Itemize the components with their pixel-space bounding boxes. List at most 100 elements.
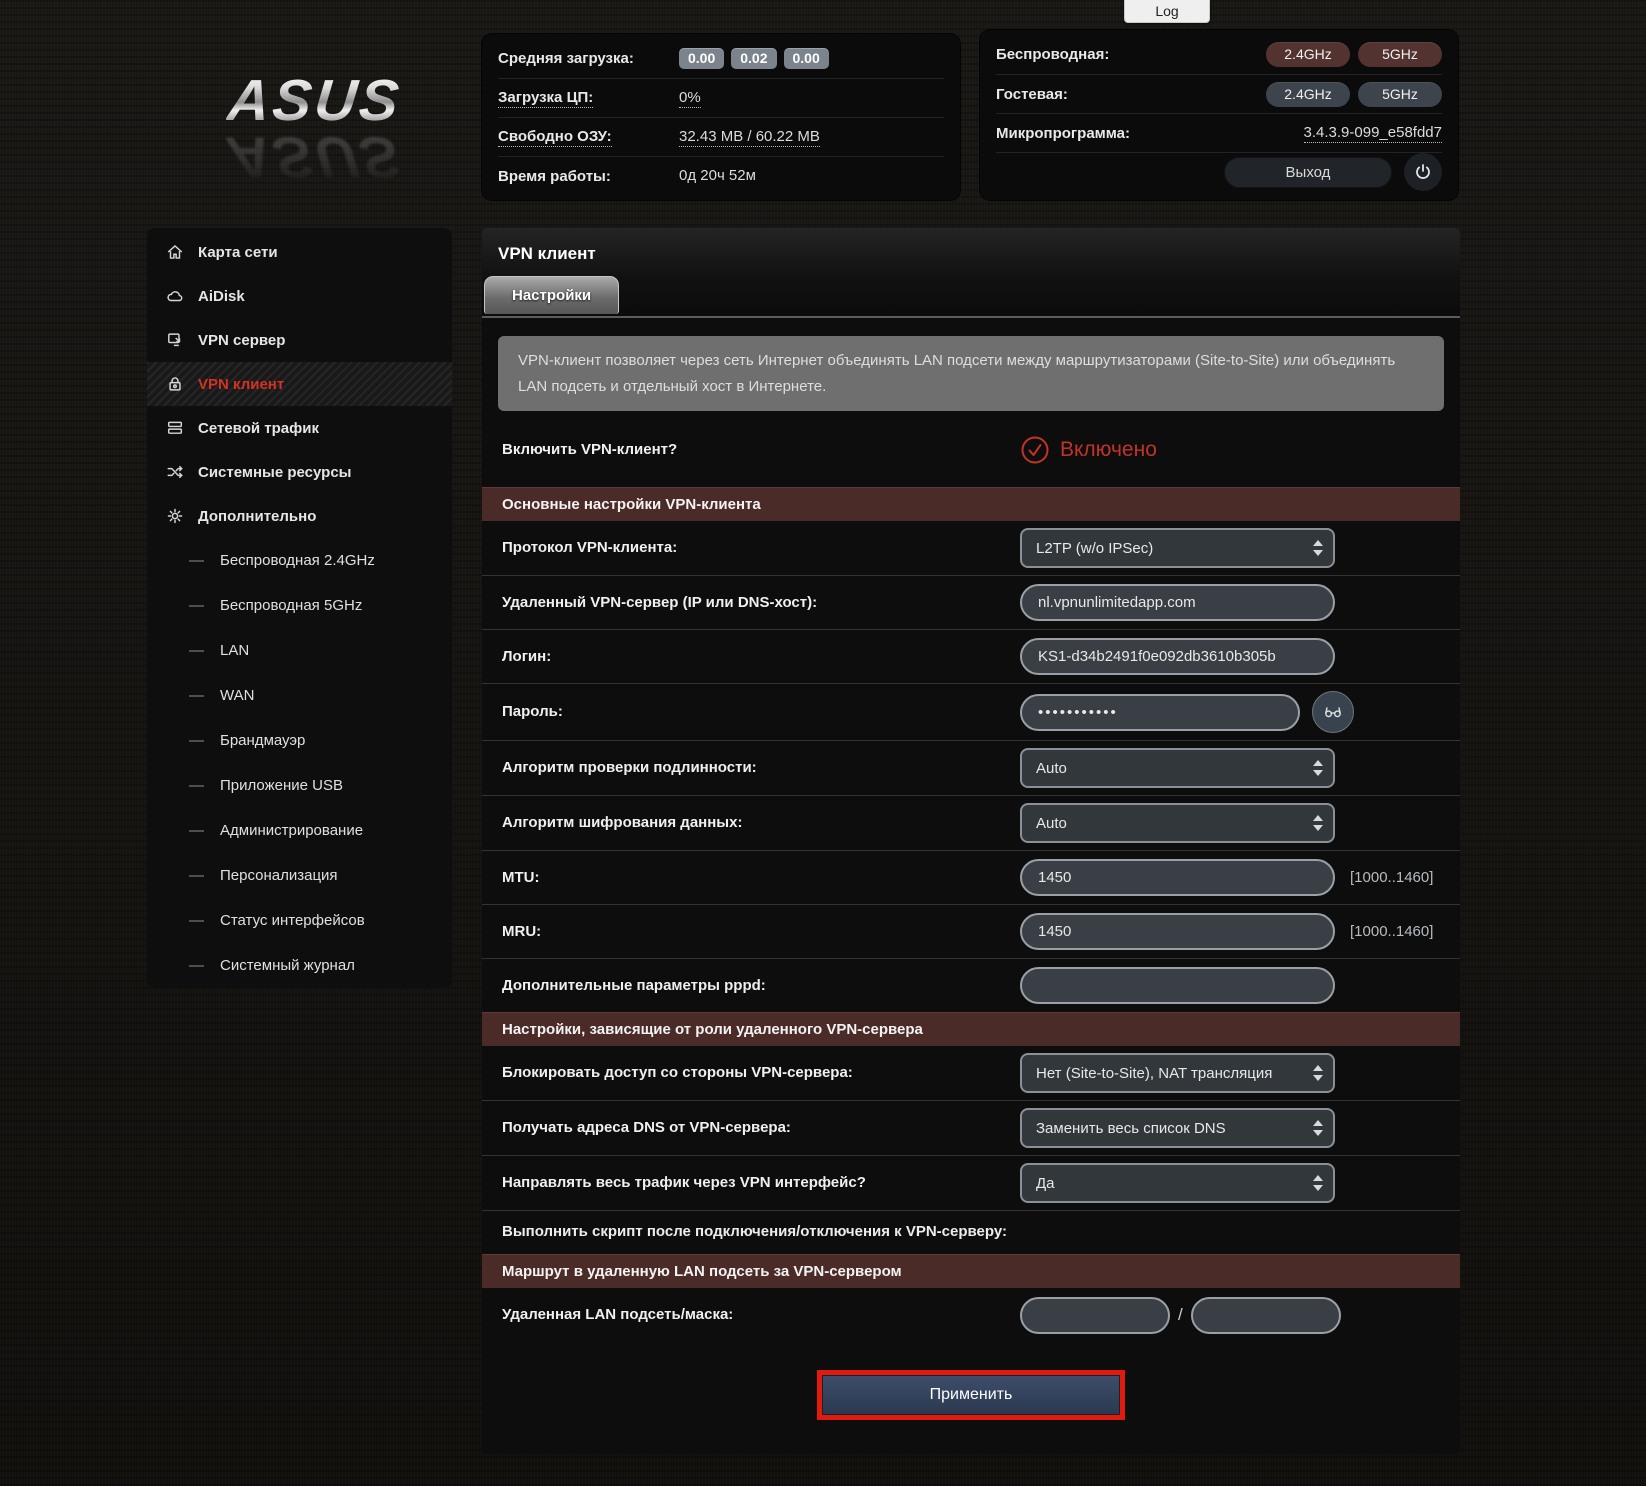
sidebar-subitem-wan[interactable]: —WAN [147, 673, 452, 718]
sidebar-subitem-usb-app[interactable]: —Приложение USB [147, 763, 452, 808]
sidebar-subitem-interface-status[interactable]: —Статус интерфейсов [147, 898, 452, 943]
cpu-load-row: Загрузка ЦП: 0% [498, 78, 944, 117]
glasses-icon [1322, 701, 1344, 723]
sidebar-subitem-system-log[interactable]: —Системный журнал [147, 943, 452, 988]
sidebar-item-vpn-client[interactable]: VPN клиент [147, 362, 452, 406]
remote-lan-mask-input[interactable] [1191, 1297, 1341, 1334]
uptime-label: Время работы: [498, 168, 611, 185]
guest-24ghz-badge[interactable]: 2.4GHz [1266, 82, 1350, 107]
remote-server-input[interactable] [1020, 584, 1335, 621]
mtu-range-hint: [1000..1460] [1350, 869, 1433, 886]
home-icon [165, 242, 185, 262]
gear-icon [165, 506, 185, 526]
sidebar-nav: Карта сети AiDisk VPN сервер VPN клиент … [147, 228, 452, 988]
dash-icon: — [189, 957, 204, 974]
power-icon [1413, 162, 1433, 182]
sidebar-item-system-resources[interactable]: Системные ресурсы [147, 450, 452, 494]
wireless-row: Беспроводная: 2.4GHz 5GHz [996, 35, 1442, 74]
radio-status-panel: Беспроводная: 2.4GHz 5GHz Гостевая: 2.4G… [980, 30, 1458, 200]
sidebar-item-network-traffic[interactable]: Сетевой трафик [147, 406, 452, 450]
firmware-label: Микропрограмма: [996, 125, 1130, 142]
annotation-highlight-box: Применить [817, 1370, 1125, 1420]
select-stepper-icon [1313, 815, 1323, 831]
password-row: Пароль: [482, 683, 1460, 740]
remote-server-row: Удаленный VPN-сервер (IP или DNS-хост): [482, 575, 1460, 629]
log-button[interactable]: Log [1124, 0, 1210, 23]
subnet-mask-separator: / [1178, 1305, 1183, 1325]
cloud-icon [165, 286, 185, 306]
enable-vpn-label: Включить VPN-клиент? [482, 439, 1020, 461]
sidebar-subitem-lan[interactable]: —LAN [147, 628, 452, 673]
mru-input[interactable] [1020, 913, 1335, 950]
sidebar-subitem-wireless-24[interactable]: —Беспроводная 2.4GHz [147, 538, 452, 583]
remote-lan-subnet-input[interactable] [1020, 1297, 1170, 1334]
wireless-24ghz-badge[interactable]: 2.4GHz [1266, 42, 1350, 67]
load-15min-badge: 0.00 [784, 48, 829, 69]
dash-icon: — [189, 642, 204, 659]
sidebar-item-advanced[interactable]: Дополнительно [147, 494, 452, 538]
dns-from-server-row: Получать адреса DNS от VPN-сервера: Заме… [482, 1100, 1460, 1155]
password-input[interactable] [1020, 694, 1300, 731]
load-5min-badge: 0.02 [731, 48, 776, 69]
system-stats-panel: Средняя загрузка: 0.000.020.00 Загрузка … [482, 34, 960, 200]
encryption-algorithm-row: Алгоритм шифрования данных: Auto [482, 795, 1460, 850]
route-all-traffic-select[interactable]: Да [1020, 1163, 1335, 1203]
dash-icon: — [189, 552, 204, 569]
mtu-input[interactable] [1020, 859, 1335, 896]
tab-bar: Настройки [482, 276, 1460, 318]
dash-icon: — [189, 687, 204, 704]
mru-row: MRU: [1000..1460] [482, 904, 1460, 958]
mru-range-hint: [1000..1460] [1350, 923, 1433, 940]
guest-label: Гостевая: [996, 86, 1068, 103]
auth-algorithm-select[interactable]: Auto [1020, 748, 1335, 788]
protocol-row: Протокол VPN-клиента: L2TP (w/o IPSec) [482, 521, 1460, 575]
traffic-icon [165, 418, 185, 438]
mtu-row: MTU: [1000..1460] [482, 850, 1460, 904]
route-all-traffic-row: Направлять весь трафик через VPN интерфе… [482, 1155, 1460, 1210]
wireless-label: Беспроводная: [996, 46, 1109, 63]
sidebar-item-vpn-server[interactable]: VPN сервер [147, 318, 452, 362]
apply-button[interactable]: Применить [822, 1375, 1120, 1415]
shuffle-icon [165, 462, 185, 482]
tab-settings[interactable]: Настройки [484, 276, 619, 314]
vpn-client-page: VPN клиент Настройки VPN-клиент позволяе… [482, 228, 1460, 1454]
protocol-select[interactable]: L2TP (w/o IPSec) [1020, 528, 1335, 568]
firmware-version-link[interactable]: 3.4.3.9-099_e58fdd7 [1304, 124, 1442, 143]
sidebar-subitem-wireless-5[interactable]: —Беспроводная 5GHz [147, 583, 452, 628]
sidebar-item-aidisk[interactable]: AiDisk [147, 274, 452, 318]
free-ram-value[interactable]: 32.43 MB / 60.22 MB [679, 128, 820, 147]
post-connect-script-label: Выполнить скрипт после подключения/отклю… [482, 1210, 1460, 1254]
load-average-row: Средняя загрузка: 0.000.020.00 [498, 39, 944, 78]
sidebar-subitem-firewall[interactable]: —Брандмауэр [147, 718, 452, 763]
lock-icon [165, 374, 185, 394]
vpn-enabled-status-text: Включено [1060, 438, 1157, 462]
show-password-button[interactable] [1312, 691, 1354, 733]
logout-button[interactable]: Выход [1224, 157, 1392, 188]
cpu-load-label[interactable]: Загрузка ЦП: [498, 89, 593, 108]
sidebar-subitem-administration[interactable]: —Администрирование [147, 808, 452, 853]
vpn-enabled-toggle[interactable]: Включено [1020, 435, 1157, 465]
logout-row: Выход [996, 152, 1442, 191]
uptime-row: Время работы: 0д 20ч 52м [498, 156, 944, 195]
sidebar-item-network-map[interactable]: Карта сети [147, 230, 452, 274]
description-box: VPN-клиент позволяет через сеть Интернет… [498, 336, 1444, 411]
select-stepper-icon [1313, 760, 1323, 776]
block-access-select[interactable]: Нет (Site-to-Site), NAT трансляция [1020, 1053, 1335, 1093]
sidebar-subitem-personalization[interactable]: —Персонализация [147, 853, 452, 898]
dash-icon: — [189, 912, 204, 929]
asus-logo: ASUS ASUS [200, 72, 430, 182]
encryption-algorithm-select[interactable]: Auto [1020, 803, 1335, 843]
cpu-load-value[interactable]: 0% [679, 89, 701, 108]
load-1min-badge: 0.00 [679, 48, 724, 69]
enable-vpn-row: Включить VPN-клиент? Включено [482, 415, 1460, 487]
free-ram-label[interactable]: Свободно ОЗУ: [498, 128, 612, 147]
wireless-5ghz-badge[interactable]: 5GHz [1358, 42, 1442, 67]
section-remote-lan-route: Маршрут в удаленную LAN подсеть за VPN-с… [482, 1254, 1460, 1288]
dns-from-server-select[interactable]: Заменить весь список DNS [1020, 1108, 1335, 1148]
login-input[interactable] [1020, 638, 1335, 675]
dash-icon: — [189, 732, 204, 749]
guest-5ghz-badge[interactable]: 5GHz [1358, 82, 1442, 107]
pppd-options-input[interactable] [1020, 967, 1335, 1004]
reboot-button[interactable] [1404, 153, 1442, 191]
asus-logo-reflection: ASUS [226, 130, 405, 182]
